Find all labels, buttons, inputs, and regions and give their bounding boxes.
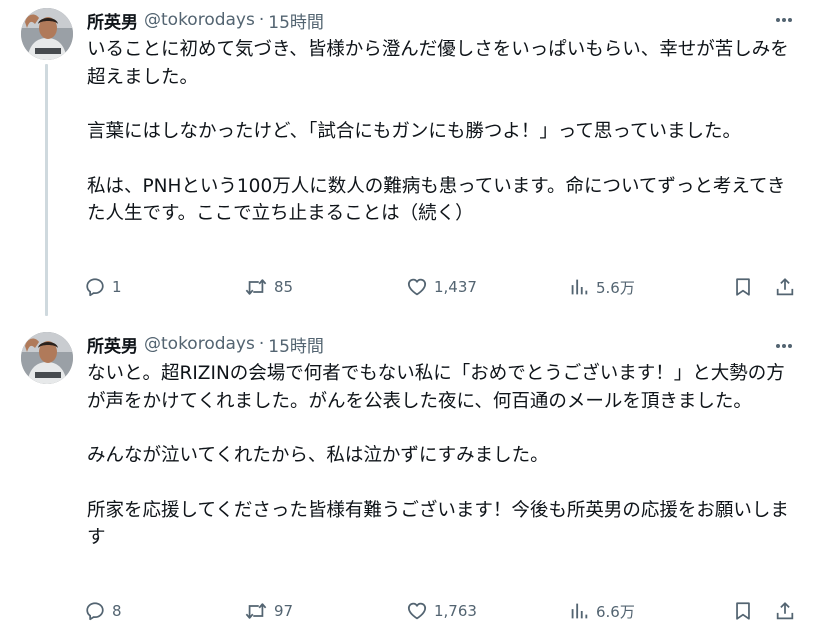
reply-count: 1 xyxy=(112,278,122,296)
retweet-button[interactable]: 85 xyxy=(244,274,293,300)
like-button[interactable]: 1,437 xyxy=(406,274,477,300)
tweet-paragraph: 所家を応援してくださった皆様有難うございます！今後も所英男の応援をお願いします xyxy=(87,499,789,549)
author-handle[interactable]: @tokorodays xyxy=(144,10,255,30)
bookmark-button[interactable] xyxy=(732,598,754,624)
thread-connector-line xyxy=(45,64,48,316)
view-count: 6.6万 xyxy=(596,602,635,621)
timestamp[interactable]: 15時間 xyxy=(268,8,324,33)
like-count: 1,437 xyxy=(434,278,477,296)
tweet-paragraph: ないと。超RIZINの会場で何者でもない私に「おめでとうございます！」と大勢の方… xyxy=(87,363,785,412)
bookmark-button[interactable] xyxy=(732,274,754,300)
timestamp[interactable]: 15時間 xyxy=(268,332,324,357)
avatar-photo xyxy=(21,332,73,384)
retweet-button[interactable]: 97 xyxy=(244,598,293,624)
tweet-text: ないと。超RIZINの会場で何者でもない私に「おめでとうございます！」と大勢の方… xyxy=(87,360,797,552)
more-dots-icon xyxy=(776,18,792,22)
avatar[interactable] xyxy=(21,332,73,384)
more-dots-icon xyxy=(776,344,792,348)
retweet-count: 97 xyxy=(274,602,294,620)
reply-count: 8 xyxy=(112,602,122,620)
heart-icon xyxy=(407,278,427,296)
share-button[interactable] xyxy=(774,598,796,624)
reply-icon xyxy=(86,602,104,621)
views-button[interactable]: 6.6万 xyxy=(568,598,635,624)
reply-button[interactable]: 8 xyxy=(84,598,122,624)
avatar[interactable] xyxy=(21,8,73,60)
author-name[interactable]: 所英男 xyxy=(87,332,138,357)
header-separator: · xyxy=(258,334,265,354)
tweet[interactable]: 所英男 @tokorodays · 15時間 ないと。超RIZINの会場で何者で… xyxy=(0,320,818,640)
like-count: 1,763 xyxy=(434,602,477,620)
heart-icon xyxy=(407,602,427,620)
reply-button[interactable]: 1 xyxy=(84,274,122,300)
author-name[interactable]: 所英男 xyxy=(87,8,138,33)
avatar-photo xyxy=(21,8,73,60)
tweet-paragraph: 言葉にはしなかったけど、「試合にもガンにも勝つよ！」って思っていました。 xyxy=(87,121,741,142)
views-button[interactable]: 5.6万 xyxy=(568,274,635,300)
retweet-icon xyxy=(245,279,267,295)
tweet-actions: 8 97 1,763 6.6万 xyxy=(84,598,804,624)
tweet-actions: 1 85 1,437 5.6万 xyxy=(84,274,804,300)
tweet-text: いることに初めて気づき、皆様から澄んだ優しさをいっぱいもらい、幸せが苦しみを超え… xyxy=(87,36,797,228)
tweet-header: 所英男 @tokorodays · 15時間 xyxy=(87,8,324,33)
bookmark-icon xyxy=(736,278,750,296)
header-separator: · xyxy=(258,10,265,30)
tweet-header: 所英男 @tokorodays · 15時間 xyxy=(87,332,324,357)
tweet-paragraph: 私は、PNHという100万人に数人の難病も患っています。命についてずっと考えてき… xyxy=(87,175,786,225)
reply-icon xyxy=(86,278,104,297)
share-button[interactable] xyxy=(774,274,796,300)
views-chart-icon xyxy=(571,279,588,295)
retweet-count: 85 xyxy=(274,278,294,296)
views-chart-icon xyxy=(571,603,588,619)
share-icon xyxy=(776,278,794,296)
bookmark-icon xyxy=(736,602,750,620)
tweet-paragraph: みんなが泣いてくれたから、私は泣かずにすみました。 xyxy=(87,445,549,466)
more-options-button[interactable] xyxy=(772,334,796,358)
retweet-icon xyxy=(245,603,267,619)
more-options-button[interactable] xyxy=(772,8,796,32)
share-icon xyxy=(776,602,794,620)
like-button[interactable]: 1,763 xyxy=(406,598,477,624)
tweet-paragraph: いることに初めて気づき、皆様から澄んだ優しさをいっぱいもらい、幸せが苦しみを超え… xyxy=(87,39,789,88)
view-count: 5.6万 xyxy=(596,278,635,297)
author-handle[interactable]: @tokorodays xyxy=(144,334,255,354)
tweet[interactable]: 所英男 @tokorodays · 15時間 いることに初めて気づき、皆様から澄… xyxy=(0,0,818,320)
